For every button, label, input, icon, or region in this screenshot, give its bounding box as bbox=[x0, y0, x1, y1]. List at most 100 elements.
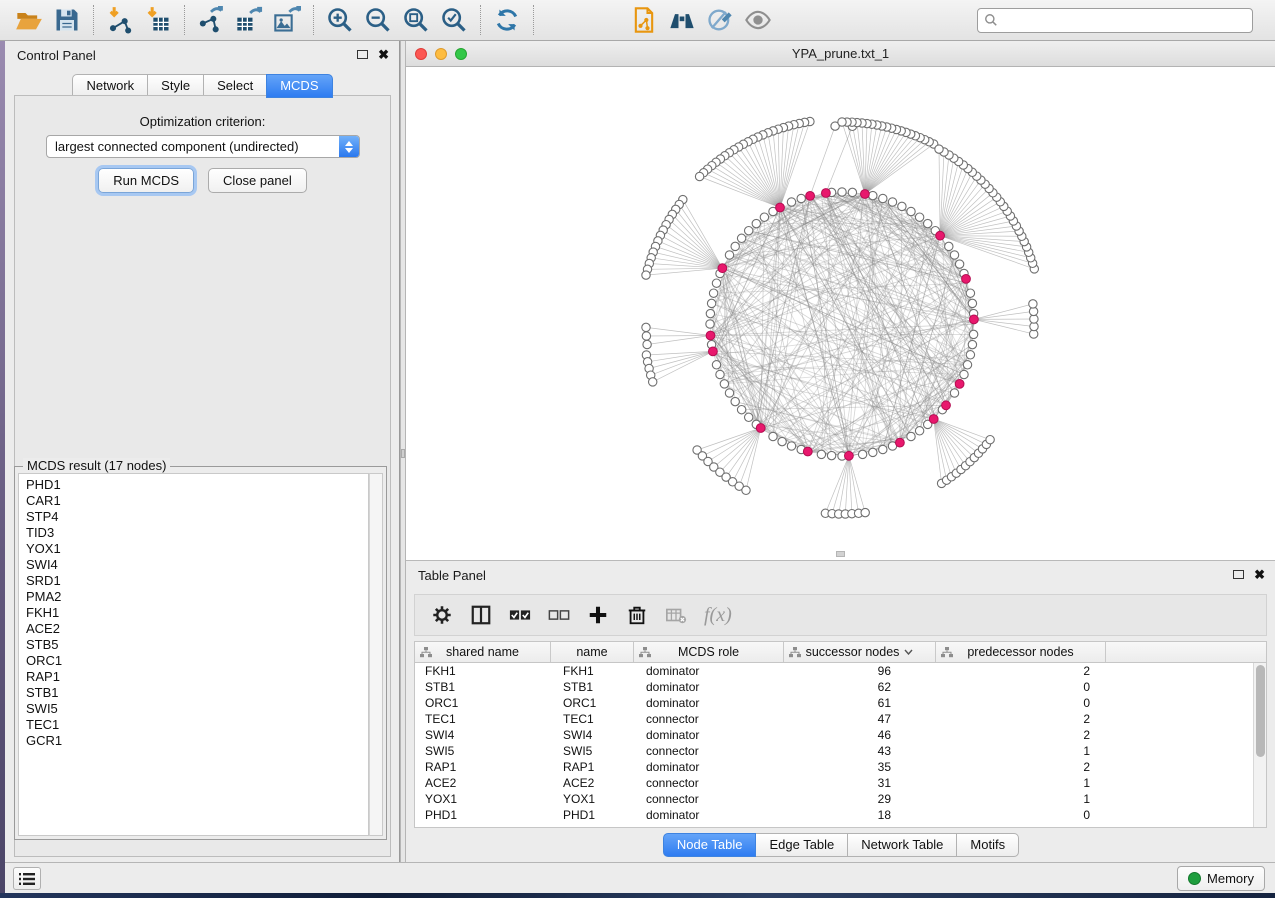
mcds-result-item[interactable]: FKH1 bbox=[19, 605, 368, 621]
column-header-successor-nodes[interactable]: successor nodes bbox=[784, 642, 936, 662]
find-binoculars-icon[interactable] bbox=[668, 6, 696, 34]
zoom-fit-icon[interactable] bbox=[402, 6, 430, 34]
save-session-icon[interactable] bbox=[53, 6, 81, 34]
mcds-result-list[interactable]: PHD1CAR1STP4TID3YOX1SWI4SRD1PMA2FKH1ACE2… bbox=[18, 473, 369, 836]
unselect-all-columns-icon[interactable] bbox=[548, 604, 570, 626]
memory-button[interactable]: Memory bbox=[1177, 866, 1265, 891]
table-scrollbar-thumb[interactable] bbox=[1256, 665, 1265, 757]
table-settings-gear-icon[interactable] bbox=[431, 604, 453, 626]
network-canvas[interactable] bbox=[406, 67, 1275, 559]
import-table-icon[interactable] bbox=[144, 6, 172, 34]
table-row[interactable]: SWI5SWI5connector431 bbox=[415, 743, 1253, 759]
table-cell bbox=[1106, 791, 1253, 807]
mcds-result-item[interactable]: TID3 bbox=[19, 525, 368, 541]
table-row[interactable]: ACE2ACE2connector311 bbox=[415, 775, 1253, 791]
hide-style-icon[interactable] bbox=[706, 6, 734, 34]
mcds-result-item[interactable]: TEC1 bbox=[19, 717, 368, 733]
task-history-button[interactable] bbox=[13, 867, 41, 890]
mcds-result-item[interactable]: ORC1 bbox=[19, 653, 368, 669]
column-header-shared-name[interactable]: shared name bbox=[415, 642, 551, 662]
create-column-plus-icon[interactable] bbox=[587, 604, 609, 626]
table-row[interactable]: PHD1PHD1dominator180 bbox=[415, 807, 1253, 823]
mcds-result-item[interactable]: YOX1 bbox=[19, 541, 368, 557]
mcds-result-item[interactable]: STB5 bbox=[19, 637, 368, 653]
tab-network-table[interactable]: Network Table bbox=[847, 833, 957, 857]
mcds-result-item[interactable]: STB1 bbox=[19, 685, 368, 701]
float-panel-icon[interactable] bbox=[1233, 570, 1244, 579]
network-window-titlebar[interactable]: YPA_prune.txt_1 bbox=[406, 41, 1275, 67]
mcds-result-item[interactable]: GCR1 bbox=[19, 733, 368, 749]
window-zoom-button[interactable] bbox=[455, 48, 467, 60]
export-network-icon[interactable] bbox=[197, 6, 225, 34]
mcds-result-item[interactable]: SWI5 bbox=[19, 701, 368, 717]
selected-criterion: largest connected component (undirected) bbox=[47, 139, 339, 154]
table-cell: 1 bbox=[936, 775, 1106, 791]
zoom-out-icon[interactable] bbox=[364, 6, 392, 34]
close-panel-icon[interactable]: ✖ bbox=[378, 49, 389, 60]
tab-mcds[interactable]: MCDS bbox=[266, 74, 332, 98]
table-cell: 31 bbox=[784, 775, 936, 791]
apply-layout-icon[interactable] bbox=[493, 6, 521, 34]
network-splitter-handle[interactable] bbox=[836, 551, 845, 557]
table-cell: RAP1 bbox=[551, 759, 634, 775]
search-box[interactable] bbox=[977, 8, 1253, 33]
search-input[interactable] bbox=[998, 13, 1246, 28]
delete-column-trash-icon[interactable] bbox=[626, 604, 648, 626]
export-table-icon[interactable] bbox=[235, 6, 263, 34]
table-row[interactable]: RAP1RAP1dominator352 bbox=[415, 759, 1253, 775]
table-row[interactable]: FKH1FKH1dominator962 bbox=[415, 663, 1253, 679]
float-panel-icon[interactable] bbox=[357, 50, 368, 59]
column-header-MCDS-role[interactable]: MCDS role bbox=[634, 642, 784, 662]
table-row[interactable]: SWI4SWI4dominator462 bbox=[415, 727, 1253, 743]
mcds-result-item[interactable]: PHD1 bbox=[19, 477, 368, 493]
tab-edge-table[interactable]: Edge Table bbox=[755, 833, 848, 857]
export-image-icon[interactable] bbox=[273, 6, 301, 34]
table-cell bbox=[1106, 727, 1253, 743]
network-from-selection-icon[interactable] bbox=[630, 6, 658, 34]
splitter-grip[interactable] bbox=[401, 449, 405, 458]
table-cell: FKH1 bbox=[551, 663, 634, 679]
table-cell: connector bbox=[634, 775, 784, 791]
tab-motifs[interactable]: Motifs bbox=[956, 833, 1019, 857]
mcds-result-item[interactable]: SRD1 bbox=[19, 573, 368, 589]
table-cell: STB1 bbox=[415, 679, 551, 695]
import-network-icon[interactable] bbox=[106, 6, 134, 34]
table-cell: ACE2 bbox=[551, 775, 634, 791]
window-minimize-button[interactable] bbox=[435, 48, 447, 60]
delete-table-icon-disabled bbox=[665, 604, 687, 626]
open-session-icon[interactable] bbox=[15, 6, 43, 34]
mcds-result-item[interactable]: ACE2 bbox=[19, 621, 368, 637]
show-column-icon[interactable] bbox=[470, 604, 492, 626]
column-header-predecessor-nodes[interactable]: predecessor nodes bbox=[936, 642, 1106, 662]
table-row[interactable]: ORC1ORC1dominator610 bbox=[415, 695, 1253, 711]
node-table: shared namenameMCDS rolesuccessor nodes p… bbox=[414, 641, 1267, 828]
window-close-button[interactable] bbox=[415, 48, 427, 60]
table-cell: 62 bbox=[784, 679, 936, 695]
close-panel-button[interactable]: Close panel bbox=[208, 168, 307, 193]
column-label: predecessor nodes bbox=[967, 645, 1073, 659]
select-all-columns-icon[interactable] bbox=[509, 604, 531, 626]
column-header-name[interactable]: name bbox=[551, 642, 634, 662]
table-row[interactable]: YOX1YOX1connector291 bbox=[415, 791, 1253, 807]
table-row[interactable]: TEC1TEC1connector472 bbox=[415, 711, 1253, 727]
table-scrollbar[interactable] bbox=[1253, 663, 1266, 827]
zoom-in-icon[interactable] bbox=[326, 6, 354, 34]
network-graph[interactable] bbox=[406, 67, 1275, 559]
tab-node-table[interactable]: Node Table bbox=[663, 833, 757, 857]
mcds-result-item[interactable]: STP4 bbox=[19, 509, 368, 525]
column-tree-icon bbox=[789, 647, 801, 658]
mcds-result-item[interactable]: CAR1 bbox=[19, 493, 368, 509]
show-graphics-details-icon[interactable] bbox=[744, 6, 772, 34]
zoom-selected-icon[interactable] bbox=[440, 6, 468, 34]
run-mcds-button[interactable]: Run MCDS bbox=[98, 168, 194, 193]
mcds-result-scrollbar[interactable] bbox=[369, 473, 383, 836]
optimization-criterion-select[interactable]: largest connected component (undirected) bbox=[46, 135, 360, 158]
table-row[interactable]: STB1STB1dominator620 bbox=[415, 679, 1253, 695]
table-cell: 18 bbox=[784, 807, 936, 823]
close-panel-icon[interactable]: ✖ bbox=[1254, 569, 1265, 580]
table-cell: 0 bbox=[936, 695, 1106, 711]
mcds-result-item[interactable]: SWI4 bbox=[19, 557, 368, 573]
toolbar-separator bbox=[313, 5, 314, 35]
mcds-result-item[interactable]: PMA2 bbox=[19, 589, 368, 605]
mcds-result-item[interactable]: RAP1 bbox=[19, 669, 368, 685]
